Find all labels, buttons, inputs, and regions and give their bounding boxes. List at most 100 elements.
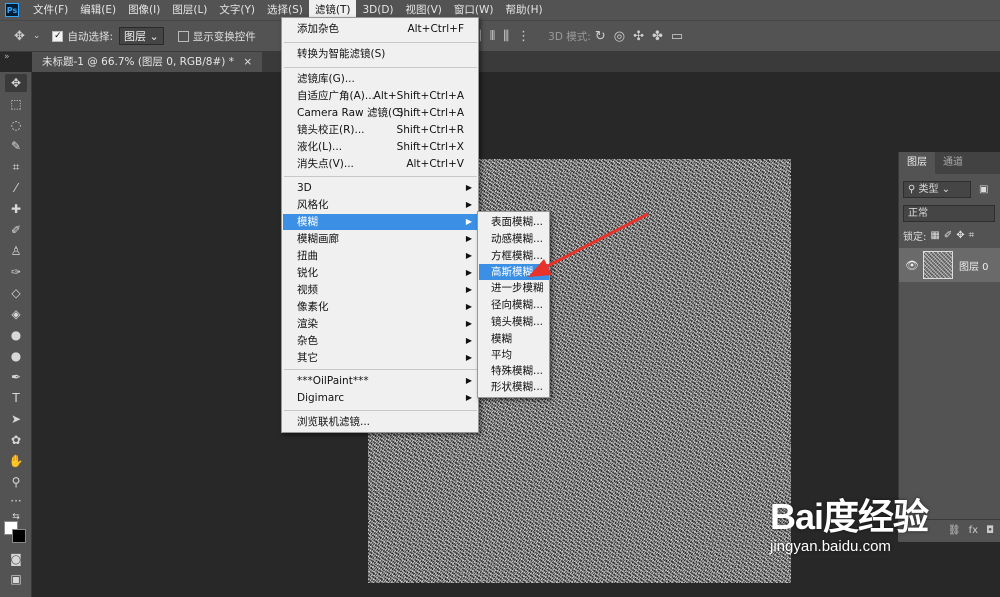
submenu-item-average[interactable]: 平均 — [479, 347, 549, 363]
menu-type[interactable]: 文字(Y) — [213, 0, 261, 20]
layer-row[interactable]: 👁 图层 0 — [899, 248, 1000, 282]
menu-item-browse-online-filters[interactable]: 浏览联机滤镜... — [283, 414, 478, 430]
menu-item-vanishing-point[interactable]: 消失点(V)... Alt+Ctrl+V — [283, 156, 478, 172]
submenu-item-blur[interactable]: 模糊 — [479, 331, 549, 347]
background-color-swatch[interactable] — [12, 529, 26, 543]
menu-item-liquify[interactable]: 液化(L)... Shift+Ctrl+X — [283, 139, 478, 155]
layer-filter-dropdown[interactable]: ⚲ 类型 ⌄ — [903, 180, 971, 198]
tab-channels[interactable]: 通道 — [935, 152, 971, 174]
menu-item-video[interactable]: 视频 ▶ — [283, 282, 478, 298]
submenu-item-smart-blur[interactable]: 特殊模糊... — [479, 363, 549, 379]
menu-item-blur-gallery[interactable]: 模糊画廊 ▶ — [283, 231, 478, 247]
paint-bucket-icon[interactable]: ◈ — [5, 305, 27, 323]
menu-image[interactable]: 图像(I) — [122, 0, 166, 20]
shape-tool-icon[interactable]: ✿ — [5, 431, 27, 449]
tool-preset-dropdown-icon[interactable]: ⌄ — [33, 31, 41, 41]
document-tab-title: 未标题-1 @ 66.7% (图层 0, RGB/8#) * — [42, 56, 234, 68]
blend-mode-value: 正常 — [908, 207, 928, 219]
submenu-item-lens-blur[interactable]: 镜头模糊... — [479, 314, 549, 330]
pen-tool-icon[interactable]: ✒ — [5, 368, 27, 386]
zoom-tool-icon[interactable]: ⚲ — [5, 473, 27, 491]
menu-item-oilpaint[interactable]: ***OilPaint*** ▶ — [283, 373, 478, 389]
menu-file[interactable]: 文件(F) — [27, 0, 74, 20]
menu-item-label: 滤镜库(G)... — [297, 73, 355, 85]
screen-mode-icon[interactable]: ▣ — [5, 570, 27, 588]
distribute-center-icon[interactable]: ⫴ — [490, 29, 495, 44]
auto-align-icon[interactable]: ⋮ — [517, 29, 530, 44]
baidu-watermark: Bai度经验 jingyan.baidu.com — [770, 488, 950, 578]
menu-item-convert-smart-filter[interactable]: 转换为智能滤镜(S) — [283, 46, 478, 62]
healing-brush-icon[interactable]: ✚ — [5, 200, 27, 218]
menu-item-label: 模糊 — [297, 216, 318, 228]
toolbar-collapse-icon[interactable]: » — [4, 52, 28, 66]
add-mask-icon[interactable]: ◘ — [986, 525, 994, 536]
menu-item-pixelate[interactable]: 像素化 ▶ — [283, 299, 478, 315]
menu-item-shortcut: Alt+Ctrl+F — [407, 23, 464, 35]
menu-item-lens-correction[interactable]: 镜头校正(R)... Shift+Ctrl+R — [283, 122, 478, 138]
lock-pixels-icon[interactable]: ▦ — [930, 230, 939, 241]
brush-tool-icon[interactable]: ✐ — [5, 221, 27, 239]
lock-artboard-icon[interactable]: ⌗ — [969, 230, 975, 241]
history-brush-icon[interactable]: ✑ — [5, 263, 27, 281]
menu-help[interactable]: 帮助(H) — [500, 0, 549, 20]
tools-panel: ✥ ⬚ ◌ ✎ ⌗ ⁄ ✚ ✐ ♙ ✑ ◇ ◈ ● ● ✒ T ➤ ✿ ✋ ⚲ … — [0, 72, 32, 597]
submenu-arrow-icon: ▶ — [465, 302, 472, 311]
clone-stamp-icon[interactable]: ♙ — [5, 242, 27, 260]
menu-item-stylize[interactable]: 风格化 ▶ — [283, 197, 478, 213]
menu-item-blur[interactable]: 模糊 ▶ — [283, 214, 478, 230]
eraser-tool-icon[interactable]: ◇ — [5, 284, 27, 302]
menu-item-adaptive-wide-angle[interactable]: 自适应广角(A)... Alt+Shift+Ctrl+A — [283, 88, 478, 104]
distribute-right-icon[interactable]: ⫼ — [503, 29, 509, 44]
menu-item-sharpen[interactable]: 锐化 ▶ — [283, 265, 478, 281]
image-filter-icon[interactable]: ▣ — [979, 184, 988, 195]
tab-layers[interactable]: 图层 — [899, 152, 935, 174]
quick-select-tool-icon[interactable]: ✎ — [5, 137, 27, 155]
eyedropper-tool-icon[interactable]: ⁄ — [5, 179, 27, 197]
type-tool-icon[interactable]: T — [5, 389, 27, 407]
roll-3d-icon[interactable]: ◎ — [614, 29, 625, 44]
lock-position-icon[interactable]: ✥ — [956, 230, 964, 241]
menu-item-distort[interactable]: 扭曲 ▶ — [283, 248, 478, 264]
orbit-3d-icon[interactable]: ↻ — [595, 29, 606, 44]
crop-tool-icon[interactable]: ⌗ — [5, 158, 27, 176]
quick-mask-icon[interactable]: ◙ — [5, 550, 27, 568]
submenu-item-shape-blur[interactable]: 形状模糊... — [479, 379, 549, 395]
menu-item-filter-gallery[interactable]: 滤镜库(G)... — [283, 71, 478, 87]
menu-item-noise[interactable]: 杂色 ▶ — [283, 333, 478, 349]
move-tool-icon[interactable]: ✥ — [14, 29, 25, 44]
submenu-arrow-icon: ▶ — [465, 217, 472, 226]
menu-item-3d[interactable]: 3D ▶ — [283, 180, 478, 196]
menu-item-render[interactable]: 渲染 ▶ — [283, 316, 478, 332]
camera-3d-icon[interactable]: ▭ — [671, 29, 683, 44]
fx-icon[interactable]: fx — [969, 525, 978, 536]
eye-icon[interactable]: 👁 — [905, 259, 919, 272]
lock-paint-icon[interactable]: ✐ — [944, 230, 952, 241]
hand-tool-icon[interactable]: ✋ — [5, 452, 27, 470]
submenu-item-radial-blur[interactable]: 径向模糊... — [479, 297, 549, 313]
blend-mode-dropdown[interactable]: 正常 — [903, 204, 995, 222]
menu-edit[interactable]: 编辑(E) — [74, 0, 122, 20]
auto-select-target-dropdown[interactable]: 图层 ⌄ — [119, 27, 164, 45]
menu-layer[interactable]: 图层(L) — [166, 0, 213, 20]
blur-tool-icon[interactable]: ● — [5, 326, 27, 344]
marquee-tool-icon[interactable]: ⬚ — [5, 95, 27, 113]
menu-item-camera-raw[interactable]: Camera Raw 滤镜(C)... Shift+Ctrl+A — [283, 105, 478, 121]
show-transform-checkbox[interactable]: 显示变换控件 — [177, 29, 256, 44]
pan-3d-icon[interactable]: ✣ — [633, 29, 644, 44]
menu-item-digimarc[interactable]: Digimarc ▶ — [283, 390, 478, 406]
menu-item-label: 杂色 — [297, 335, 318, 347]
photoshop-window: Ps 文件(F) 编辑(E) 图像(I) 图层(L) 文字(Y) 选择(S) 滤… — [0, 0, 1000, 597]
slide-3d-icon[interactable]: ✤ — [652, 29, 663, 44]
menu-item-label: 模糊画廊 — [297, 233, 339, 245]
layer-name[interactable]: 图层 0 — [959, 258, 989, 273]
move-tool-icon[interactable]: ✥ — [5, 74, 27, 92]
document-tab[interactable]: 未标题-1 @ 66.7% (图层 0, RGB/8#) * × — [32, 52, 263, 72]
auto-select-checkbox[interactable]: ✓ 自动选择: — [52, 29, 113, 44]
path-select-icon[interactable]: ➤ — [5, 410, 27, 428]
menu-item-add-noise[interactable]: 添加杂色 Alt+Ctrl+F — [283, 21, 478, 37]
submenu-arrow-icon: ▶ — [465, 319, 472, 328]
menu-item-other[interactable]: 其它 ▶ — [283, 350, 478, 366]
close-icon[interactable]: × — [243, 56, 252, 68]
dodge-tool-icon[interactable]: ● — [5, 347, 27, 365]
lasso-tool-icon[interactable]: ◌ — [5, 116, 27, 134]
